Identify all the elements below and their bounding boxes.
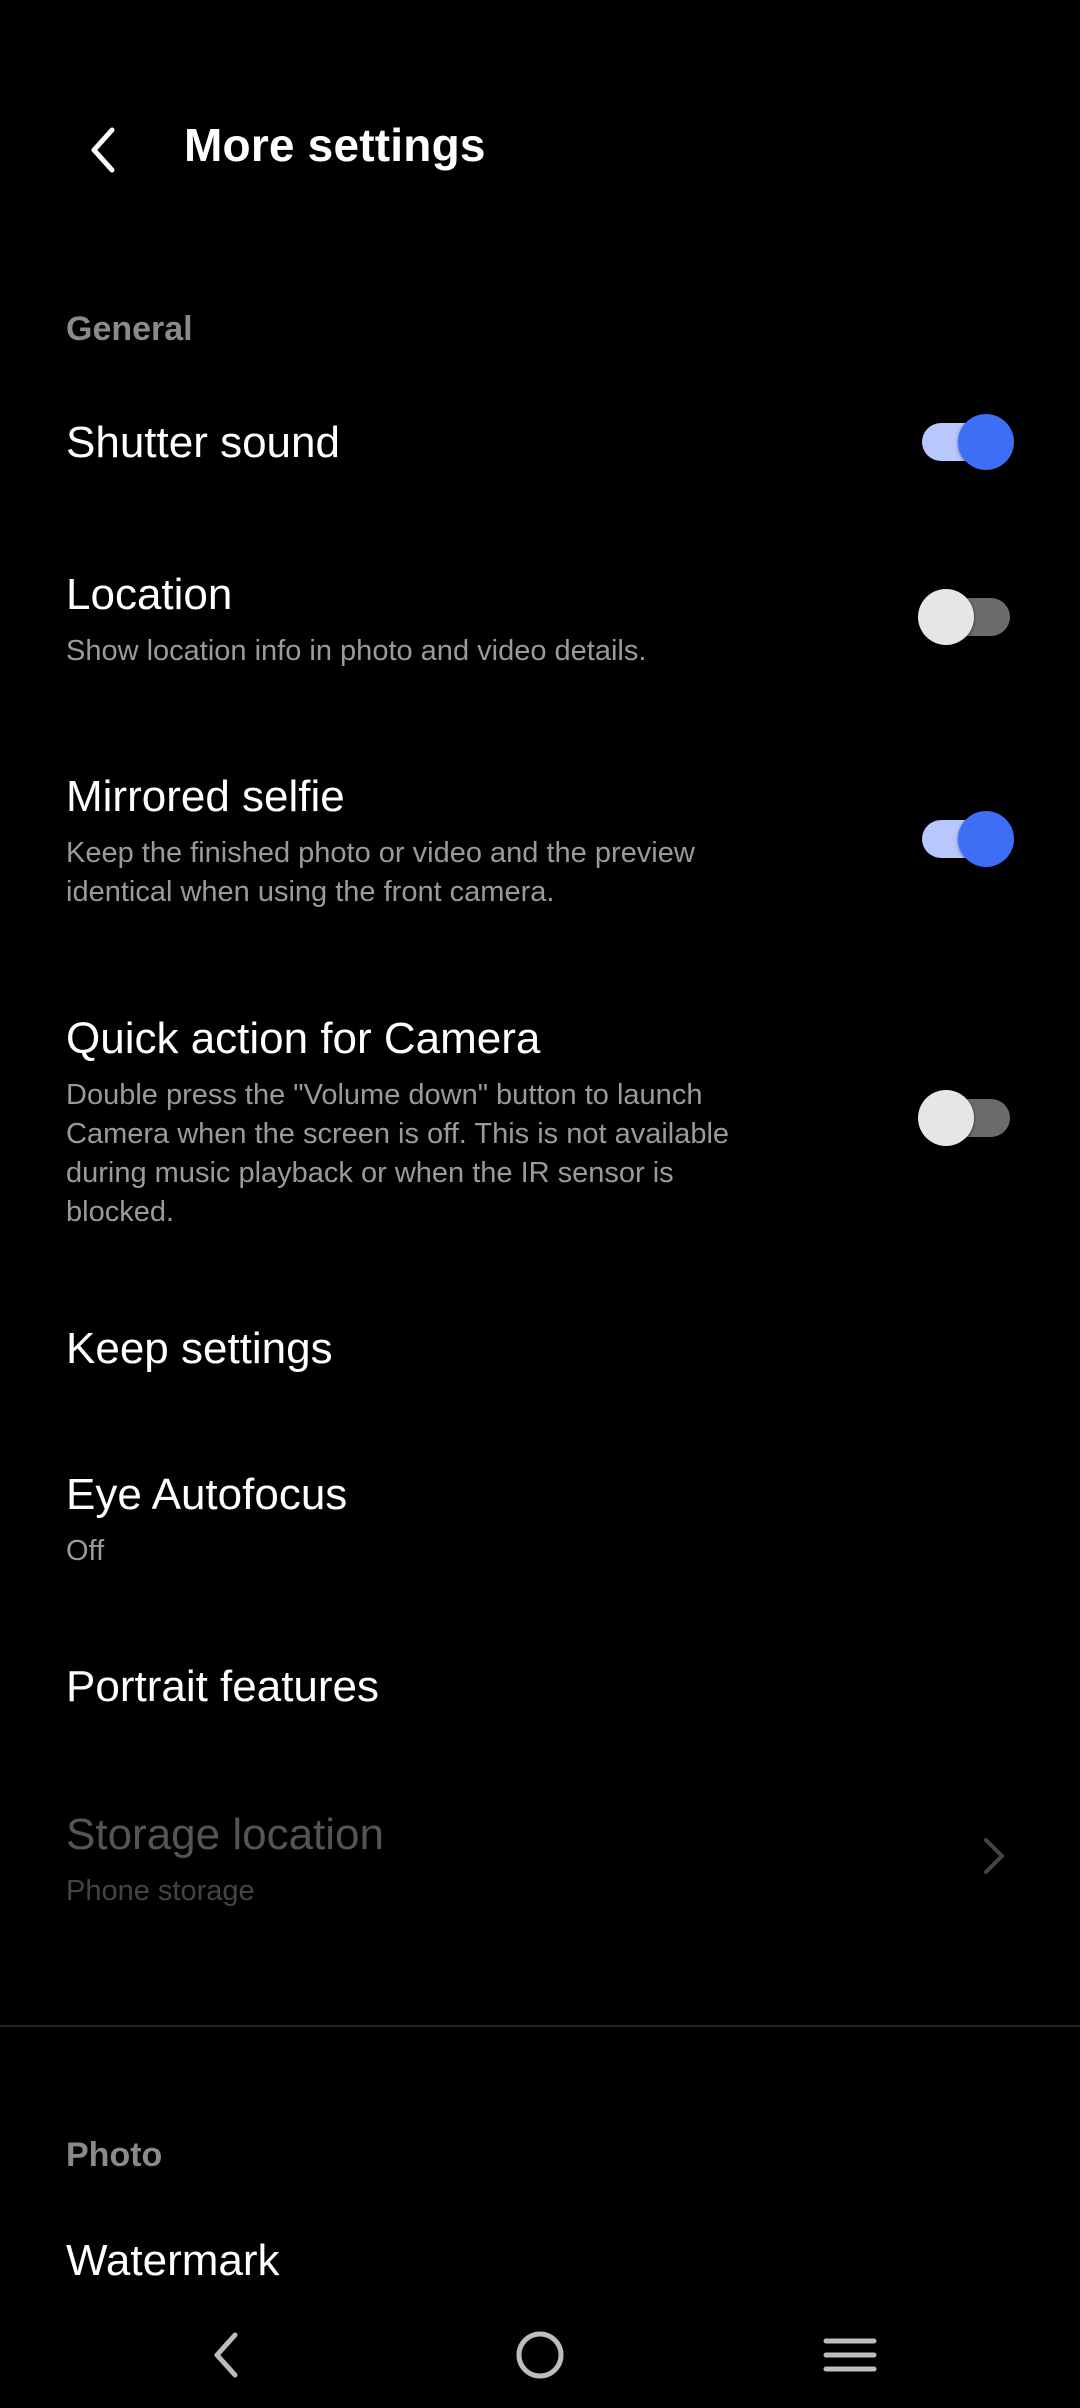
keep-settings-title: Keep settings xyxy=(66,1324,333,1373)
eye-autofocus-value: Off xyxy=(66,1535,105,1567)
section-divider xyxy=(0,2025,1080,2027)
quick-action-subtitle: Double press the "Volume down" button to… xyxy=(66,1079,730,1228)
storage-location-row: Storage location Phone storage xyxy=(0,1780,1080,1930)
watermark-row[interactable]: Watermark xyxy=(0,2200,1080,2300)
more-settings-screen: More settings General Shutter sound Loca… xyxy=(0,0,1080,2408)
back-button[interactable] xyxy=(66,112,142,188)
quick-action-title: Quick action for Camera xyxy=(66,1014,541,1063)
shutter-sound-title: Shutter sound xyxy=(66,418,340,467)
eye-autofocus-title: Eye Autofocus xyxy=(66,1470,348,1519)
shutter-sound-toggle[interactable] xyxy=(918,412,1014,472)
mirrored-selfie-toggle[interactable] xyxy=(918,809,1014,869)
keep-settings-row[interactable]: Keep settings xyxy=(0,1290,1080,1410)
app-header: More settings xyxy=(0,0,1080,300)
location-title: Location xyxy=(66,570,233,619)
mirrored-selfie-row[interactable]: Mirrored selfie Keep the finished photo … xyxy=(0,740,1080,940)
mirrored-selfie-title: Mirrored selfie xyxy=(66,772,345,821)
portrait-features-row[interactable]: Portrait features xyxy=(0,1630,1080,1750)
nav-menu-button[interactable] xyxy=(805,2320,895,2390)
toggle-knob xyxy=(958,811,1014,867)
circle-home-icon xyxy=(516,2331,564,2379)
chevron-right-icon xyxy=(974,1828,1014,1884)
quick-action-toggle[interactable] xyxy=(918,1088,1014,1148)
shutter-sound-row[interactable]: Shutter sound xyxy=(0,380,1080,510)
nav-home-button[interactable] xyxy=(495,2320,585,2390)
section-header-general: General xyxy=(66,310,193,348)
quick-action-row[interactable]: Quick action for Camera Double press the… xyxy=(0,990,1080,1250)
section-header-photo: Photo xyxy=(66,2136,163,2174)
mirrored-selfie-subtitle: Keep the finished photo or video and the… xyxy=(66,837,695,908)
watermark-title: Watermark xyxy=(66,2236,280,2285)
location-subtitle: Show location info in photo and video de… xyxy=(66,635,647,667)
location-toggle[interactable] xyxy=(918,587,1014,647)
location-row[interactable]: Location Show location info in photo and… xyxy=(0,540,1080,690)
storage-location-value: Phone storage xyxy=(66,1875,255,1907)
nav-back-button[interactable] xyxy=(182,2320,272,2390)
triangle-back-icon xyxy=(214,2332,238,2378)
chevron-left-icon xyxy=(91,127,115,173)
system-navigation-bar xyxy=(0,2300,1080,2408)
portrait-features-title: Portrait features xyxy=(66,1662,380,1711)
storage-location-title: Storage location xyxy=(66,1810,384,1859)
toggle-knob xyxy=(918,1090,974,1146)
page-title: More settings xyxy=(184,119,486,171)
toggle-knob xyxy=(958,414,1014,470)
hamburger-menu-icon xyxy=(823,2338,877,2372)
toggle-knob xyxy=(918,589,974,645)
eye-autofocus-row[interactable]: Eye Autofocus Off xyxy=(0,1440,1080,1590)
